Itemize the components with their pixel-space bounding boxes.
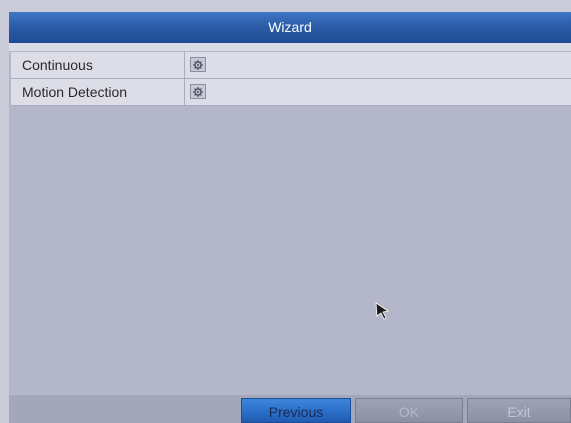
motion-detection-settings-button[interactable] <box>190 84 206 99</box>
exit-button[interactable]: Exit <box>467 398 571 423</box>
continuous-settings-button[interactable] <box>190 57 206 72</box>
window-title: Wizard <box>9 12 571 43</box>
title-separator <box>9 43 571 51</box>
row-label: Continuous <box>11 52 185 78</box>
ok-button[interactable]: OK <box>355 398 463 423</box>
previous-button[interactable]: Previous <box>241 398 351 423</box>
row-settings-cell <box>186 79 571 105</box>
mouse-pointer-icon <box>375 302 389 320</box>
table-row-continuous: Continuous <box>11 52 571 79</box>
row-label: Motion Detection <box>11 79 185 105</box>
record-type-table: Continuous Motion Detection <box>11 52 571 106</box>
button-bar: Previous OK Exit <box>9 395 571 423</box>
table-row-motion-detection: Motion Detection <box>11 79 571 106</box>
row-settings-cell <box>186 52 571 78</box>
wizard-window: Wizard Continuous Motion Detection Previ… <box>9 12 571 423</box>
gear-icon <box>193 59 203 70</box>
gear-icon <box>193 86 203 97</box>
